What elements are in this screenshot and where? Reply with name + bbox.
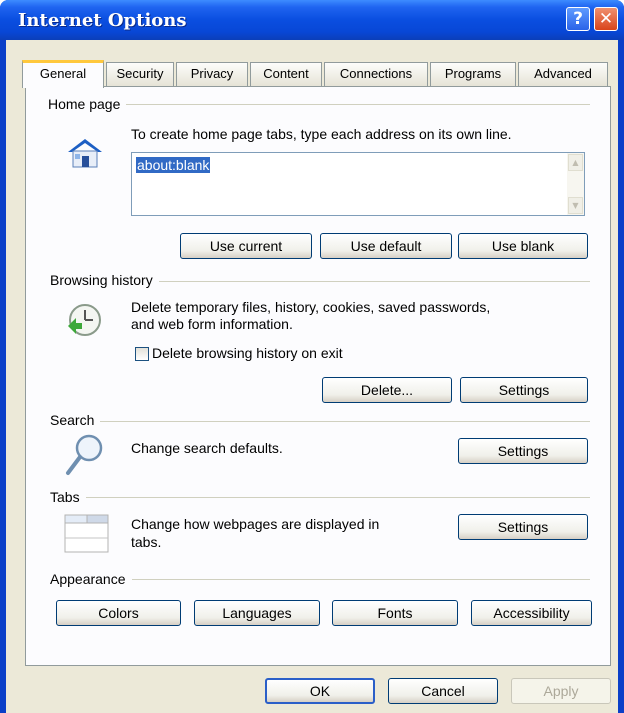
home-page-address-value: about:blank: [136, 157, 211, 173]
browsing-history-desc-line2: and web form information.: [131, 316, 293, 332]
delete-on-exit-checkbox[interactable]: [135, 347, 149, 361]
use-current-button[interactable]: Use current: [180, 233, 312, 259]
tabs-settings-button[interactable]: Settings: [458, 514, 588, 540]
search-settings-button[interactable]: Settings: [458, 438, 588, 464]
tab-connections[interactable]: Connections: [324, 62, 428, 86]
help-button[interactable]: ?: [566, 7, 590, 31]
history-settings-button[interactable]: Settings: [460, 377, 588, 403]
delete-history-button[interactable]: Delete...: [322, 377, 452, 403]
home-page-divider: [50, 104, 590, 105]
delete-on-exit-label[interactable]: Delete browsing history on exit: [152, 345, 343, 361]
tabs-window-icon: [64, 514, 109, 553]
use-default-button[interactable]: Use default: [320, 233, 452, 259]
appearance-heading: Appearance: [50, 571, 132, 587]
home-icon: [68, 139, 102, 168]
cancel-button[interactable]: Cancel: [388, 678, 498, 704]
tab-advanced[interactable]: Advanced: [518, 62, 608, 86]
close-button[interactable]: ✕: [594, 7, 618, 31]
magnifier-icon: [66, 434, 103, 475]
apply-button[interactable]: Apply: [511, 678, 611, 704]
scroll-down-arrow-icon[interactable]: ▼: [568, 197, 583, 214]
home-page-instruction: To create home page tabs, type each addr…: [131, 126, 512, 142]
tabs-heading: Tabs: [50, 489, 86, 505]
browsing-history-heading: Browsing history: [50, 272, 159, 288]
search-divider: [50, 421, 590, 422]
colors-button[interactable]: Colors: [56, 600, 181, 626]
window-title: Internet Options: [18, 10, 187, 31]
search-heading: Search: [50, 412, 101, 428]
textarea-scrollbar[interactable]: ▲ ▼: [567, 153, 584, 215]
search-desc: Change search defaults.: [131, 440, 283, 456]
tabs-divider: [50, 497, 590, 498]
tab-programs[interactable]: Programs: [430, 62, 516, 86]
tab-general[interactable]: General: [22, 60, 104, 88]
tab-content[interactable]: Content: [250, 62, 322, 86]
tab-security[interactable]: Security: [106, 62, 174, 86]
tabs-desc-line1: Change how webpages are displayed in: [131, 516, 380, 532]
languages-button[interactable]: Languages: [194, 600, 320, 626]
tab-privacy[interactable]: Privacy: [176, 62, 248, 86]
home-page-heading: Home page: [48, 96, 127, 112]
ok-button[interactable]: OK: [265, 678, 375, 704]
use-blank-button[interactable]: Use blank: [458, 233, 588, 259]
home-page-address-textarea[interactable]: about:blank ▲ ▼: [131, 152, 585, 216]
scroll-up-arrow-icon[interactable]: ▲: [568, 154, 583, 171]
browsing-history-desc-line1: Delete temporary files, history, cookies…: [131, 299, 491, 315]
title-bar[interactable]: Internet Options ? ✕: [0, 0, 624, 40]
history-clock-icon: [68, 304, 101, 336]
tabs-desc-line2: tabs.: [131, 534, 162, 550]
accessibility-button[interactable]: Accessibility: [471, 600, 592, 626]
fonts-button[interactable]: Fonts: [332, 600, 458, 626]
